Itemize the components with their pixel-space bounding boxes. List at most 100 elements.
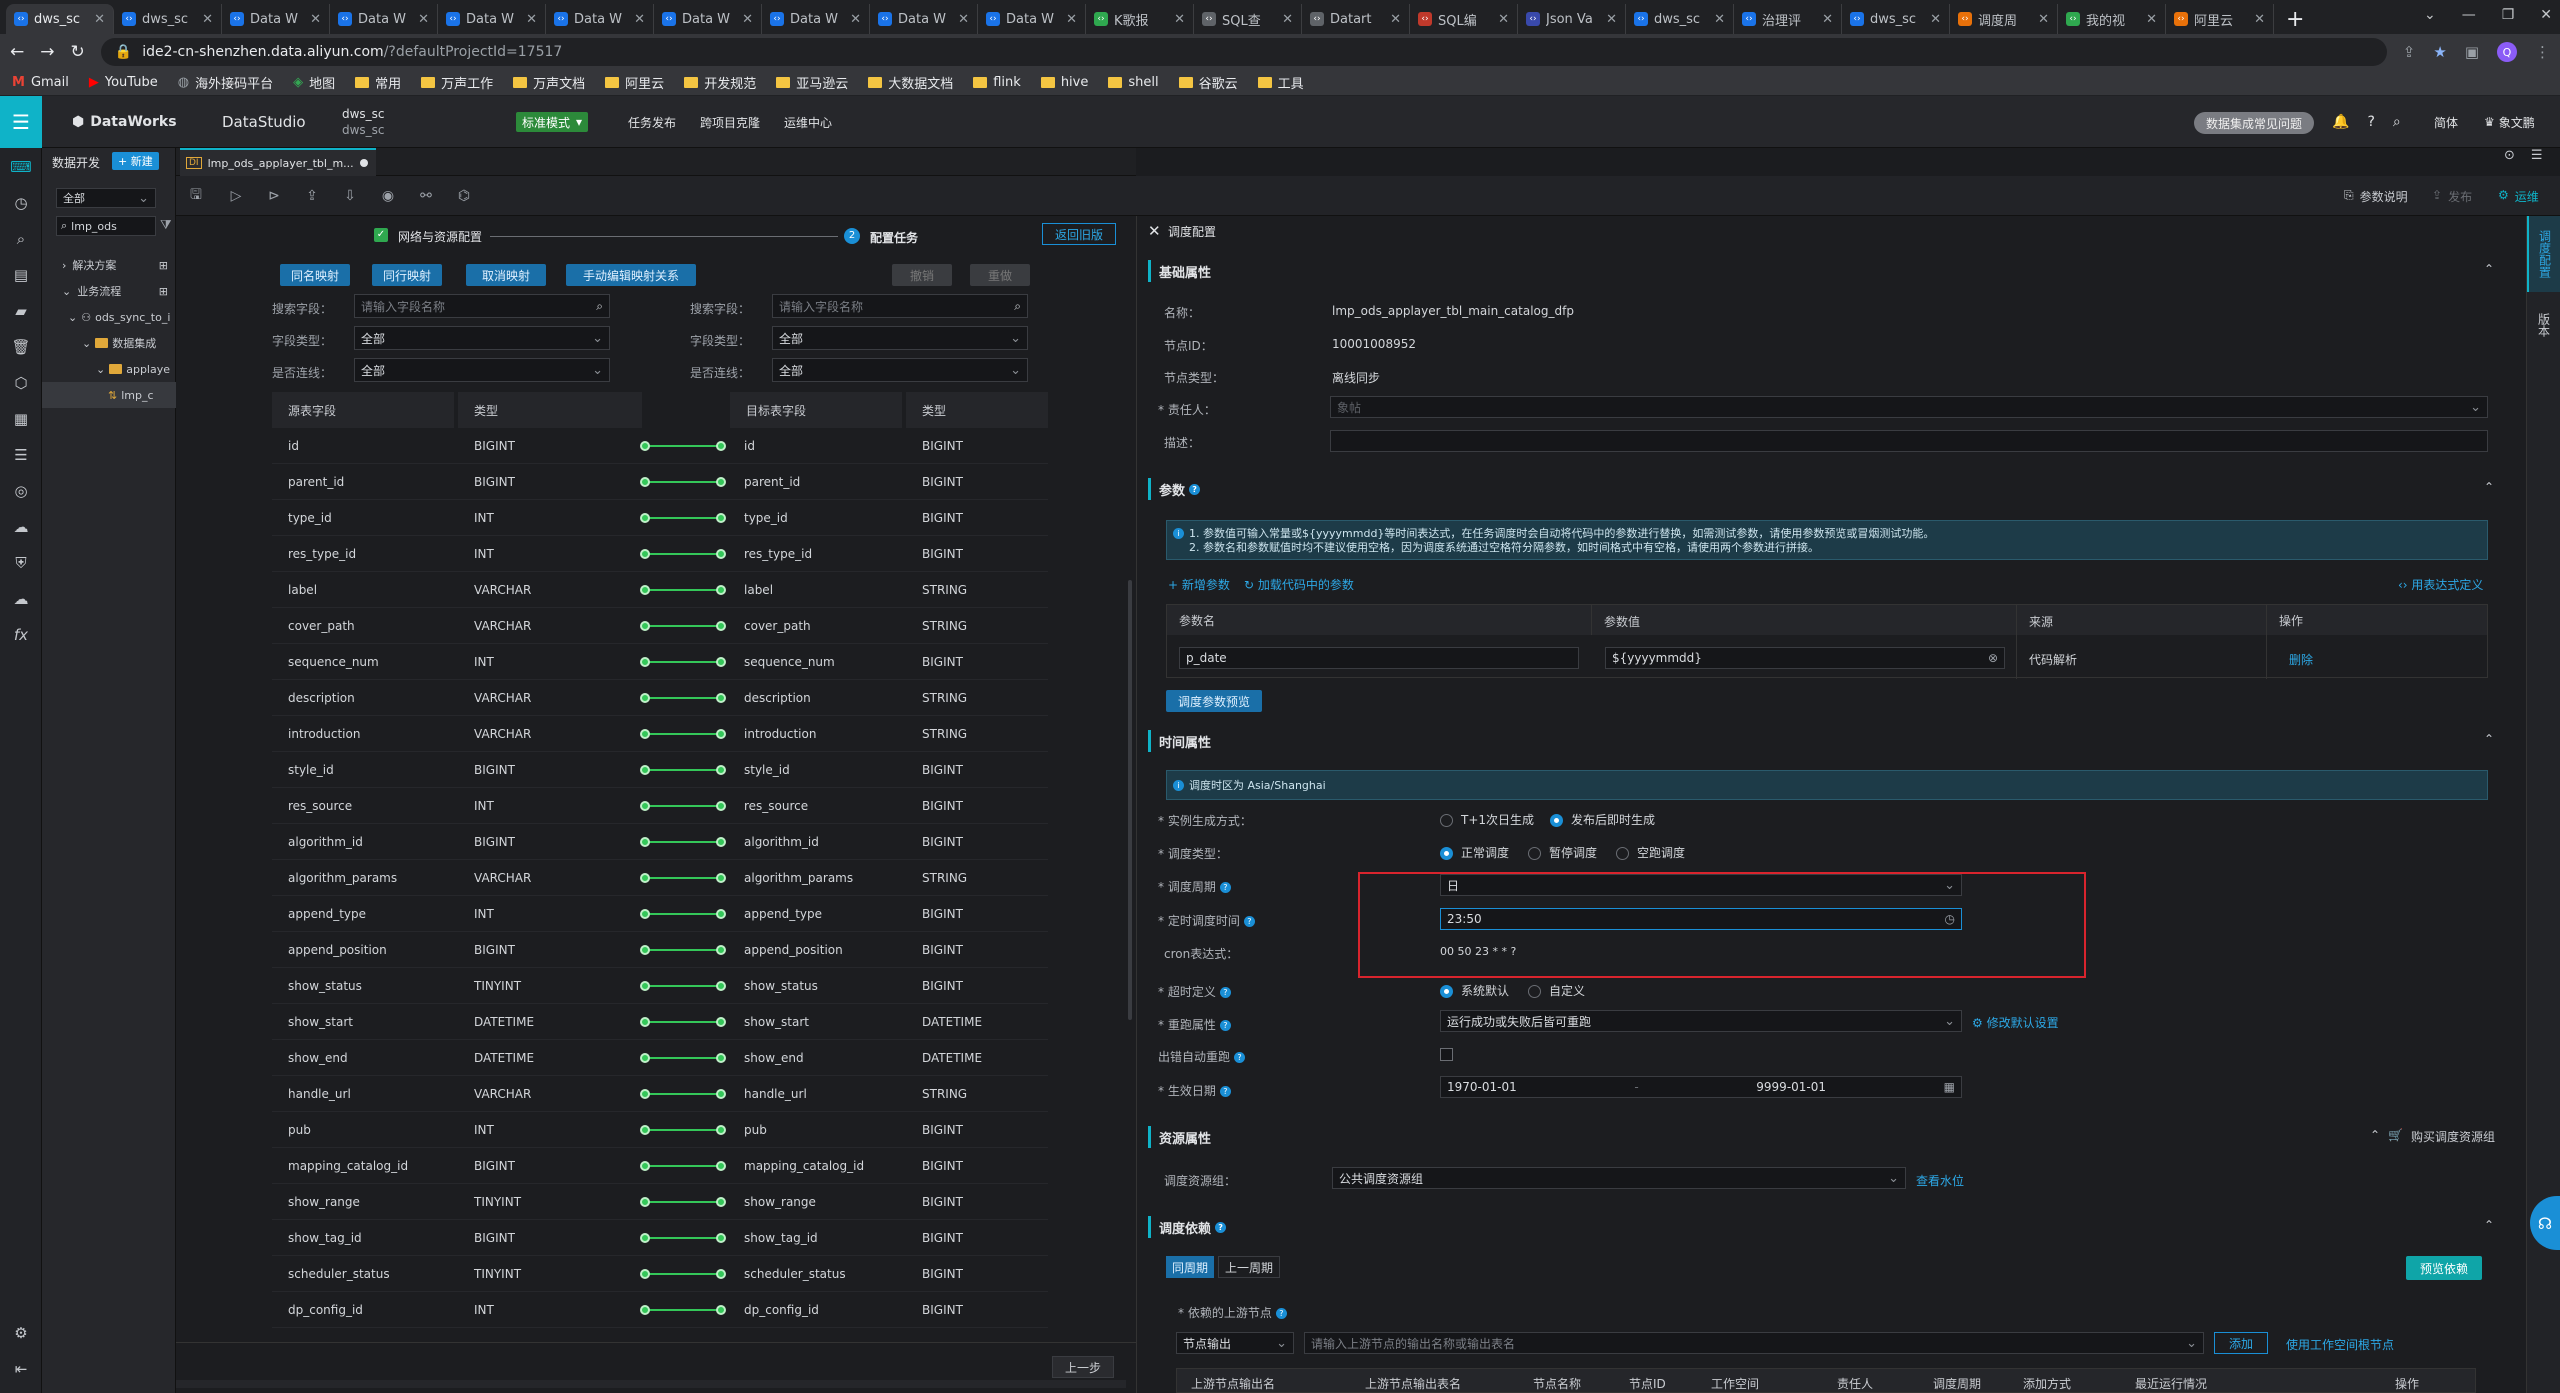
back-icon[interactable]: ← [10,42,24,62]
connector-dot-right[interactable] [716,945,726,955]
save-icon[interactable]: 🖫 [186,186,206,206]
bookmark-item[interactable]: hive [1040,75,1088,90]
connector-dot-left[interactable] [640,873,650,883]
connector-dot-right[interactable] [716,981,726,991]
connector-dot-left[interactable] [640,1305,650,1315]
browser-tab[interactable]: ‹› Data W ✕ [330,4,438,34]
browser-tab[interactable]: ‹› dws_sc ✕ [1626,4,1734,34]
connector-dot-left[interactable] [640,621,650,631]
connector-dot-left[interactable] [640,981,650,991]
load-params-link[interactable]: ↻ 加载代码中的参数 [1244,576,1354,593]
close-tab-icon[interactable]: ✕ [94,12,105,27]
param-help-button[interactable]: ⎘ 参数说明 [2344,188,2408,205]
mapping-connector[interactable] [640,729,726,739]
close-tab-icon[interactable]: ✕ [202,12,213,27]
share-icon[interactable]: ⚯ [416,186,436,206]
connector-dot-right[interactable] [716,1089,726,1099]
help-icon[interactable]: ? [1219,882,1231,893]
param-preview-button[interactable]: 调度参数预览 [1166,690,1263,712]
mapping-connector[interactable] [640,1017,726,1027]
connector-dot-right[interactable] [716,693,726,703]
browser-tab[interactable]: ‹› Data W ✕ [654,4,762,34]
bookmark-item[interactable]: 阿里云 [605,73,664,92]
bookmark-item[interactable]: ▶ YouTube [89,75,158,90]
mapping-connector[interactable] [640,1197,726,1207]
connector-dot-left[interactable] [640,945,650,955]
reload-icon[interactable]: ↻ [71,42,85,62]
cube-icon[interactable]: ⬡ [0,368,42,398]
side-tab-schedule[interactable]: 调度配置 [2527,216,2560,292]
bookmark-item[interactable]: 亚马逊云 [776,73,848,92]
browser-tab[interactable]: ‹› dws_sc ✕ [114,4,222,34]
radio-dryrun[interactable]: 空跑调度 [1616,844,1685,861]
browser-tab[interactable]: ‹› K歌报 ✕ [1086,4,1194,34]
connector-dot-left[interactable] [640,693,650,703]
connector-dot-left[interactable] [640,657,650,667]
close-tab-icon[interactable]: ✕ [634,12,645,27]
upstream-search-input[interactable]: 请输入上游节点的输出名称或输出表名 ⌄ [1304,1332,2204,1354]
close-panel-icon[interactable]: ✕ [1148,222,1161,240]
prev-step-button[interactable]: 上一步 [1052,1356,1115,1378]
ops-button[interactable]: ⚙ 运维 [2498,188,2539,205]
param-name-input[interactable]: p_date [1179,647,1579,669]
publish-button[interactable]: ⇪ 发布 [2432,188,2472,205]
connector-dot-left[interactable] [640,765,650,775]
mapping-connector[interactable] [640,801,726,811]
browser-menu-icon[interactable]: ⋮ [2535,43,2550,61]
help-icon[interactable]: ? [1275,1308,1287,1319]
connector-dot-right[interactable] [716,1053,726,1063]
side-tab-version[interactable]: 版本 [2527,300,2560,350]
table-icon[interactable]: ▤ [0,260,42,290]
close-tab-icon[interactable]: ✕ [742,12,753,27]
connector-dot-right[interactable] [716,549,726,559]
data-dev-icon[interactable]: ⌨ [0,152,42,182]
sidebar-icon[interactable]: ▣ [2465,43,2479,61]
bookmark-item[interactable]: 开发规范 [684,73,756,92]
collapse-params-icon[interactable]: ⌃ [2484,480,2494,494]
connector-dot-left[interactable] [640,1053,650,1063]
help-icon[interactable]: ? [1234,1052,1246,1063]
modify-default-link[interactable]: ⚙ 修改默认设置 [1972,1014,2059,1031]
connector-dot-left[interactable] [640,1125,650,1135]
collapse-basic-icon[interactable]: ⌃ [2484,262,2494,276]
collapse-dep-icon[interactable]: ⌃ [2484,1218,2494,1232]
profile-avatar[interactable]: Q [2497,42,2517,62]
mapping-connector[interactable] [640,981,726,991]
resgroup-select[interactable]: 公共调度资源组 ⌄ [1332,1167,1906,1189]
faq-button[interactable]: 数据集成常见问题 [2194,112,2315,134]
import-icon[interactable]: ⇩ [340,186,360,206]
mapping-connector[interactable] [640,1161,726,1171]
nav-publish[interactable]: 任务发布 [628,96,676,148]
new-tab-button[interactable]: + [2274,4,2316,34]
radio-immediate[interactable]: 发布后即时生成 [1550,811,1655,828]
close-tab-icon[interactable]: ✕ [2254,12,2265,27]
tgt-conn-select[interactable]: 全部 ⌄ [772,358,1028,382]
period-select[interactable]: 日 ⌄ [1440,874,1962,896]
mapping-connector[interactable] [640,1053,726,1063]
mapping-connector[interactable] [640,513,726,523]
src-search-input[interactable]: 请输入字段名称 ⌕ [354,294,610,318]
mapping-connector[interactable] [640,909,726,919]
connector-dot-right[interactable] [716,621,726,631]
connector-dot-left[interactable] [640,729,650,739]
manual-edit-map-button[interactable]: 手动编辑映射关系 [566,264,696,286]
close-tab-icon[interactable]: ✕ [1930,12,1941,27]
connector-dot-left[interactable] [640,1017,650,1027]
bookmark-item[interactable]: M Gmail [12,75,69,90]
chevron-down-circle-icon[interactable]: ⊙ [2504,148,2515,163]
browser-tab[interactable]: ‹› Datart ✕ [1302,4,1410,34]
connector-dot-left[interactable] [640,585,650,595]
browser-tab[interactable]: ‹› 治理评 ✕ [1734,4,1842,34]
auto-rerun-checkbox[interactable] [1440,1048,1453,1061]
mode-badge[interactable]: 标准模式 ▾ [516,112,589,132]
browser-tab[interactable]: ‹› SQL编 ✕ [1410,4,1518,34]
collapse-icon[interactable]: ⇤ [0,1354,42,1384]
upstream-type-select[interactable]: 节点输出 ⌄ [1176,1332,1294,1354]
close-tab-icon[interactable]: ✕ [1498,12,1509,27]
tree-item-lmp-node[interactable]: ⇅ lmp_c [42,382,176,408]
help-icon[interactable]: ? [1189,483,1201,495]
close-tab-icon[interactable]: ✕ [1066,12,1077,27]
connector-dot-right[interactable] [716,837,726,847]
connector-dot-right[interactable] [716,729,726,739]
buy-resource-link[interactable]: ⌃ 🛒 购买调度资源组 [2370,1128,2495,1145]
